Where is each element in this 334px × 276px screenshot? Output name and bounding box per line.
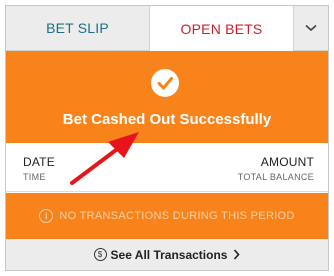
see-all-transactions-link[interactable]: $ See All Transactions bbox=[6, 239, 328, 270]
time-label: TIME bbox=[23, 172, 46, 182]
empty-transactions-notice: i NO TRANSACTIONS DURING THIS PERIOD bbox=[6, 193, 328, 239]
dollar-circle-icon: $ bbox=[93, 248, 107, 261]
tab-bar: BET SLIP OPEN BETS bbox=[6, 6, 328, 51]
chevron-right-icon bbox=[234, 249, 241, 260]
checkmark-circle-icon bbox=[151, 69, 179, 97]
amount-column-header: AMOUNT TOTAL BALANCE bbox=[238, 155, 314, 182]
total-balance-label: TOTAL BALANCE bbox=[237, 172, 314, 182]
tab-open-bets[interactable]: OPEN BETS bbox=[150, 6, 293, 51]
transactions-table-header: DATE TIME AMOUNT TOTAL BALANCE bbox=[6, 143, 328, 192]
success-message: Bet Cashed Out Successfully bbox=[62, 111, 272, 128]
tab-bet-slip-label: BET SLIP bbox=[46, 20, 109, 36]
more-dropdown-button[interactable] bbox=[293, 6, 328, 51]
tab-open-bets-label: OPEN BETS bbox=[180, 20, 263, 37]
cashout-success-banner: Bet Cashed Out Successfully bbox=[6, 51, 328, 143]
amount-label: AMOUNT bbox=[260, 155, 314, 169]
date-label: DATE bbox=[23, 155, 55, 169]
date-column-header: DATE TIME bbox=[23, 155, 55, 182]
info-icon: i bbox=[39, 209, 54, 223]
tab-bet-slip[interactable]: BET SLIP bbox=[6, 6, 150, 51]
open-bets-panel: BET SLIP OPEN BETS Bet Cashed Out Succes… bbox=[5, 5, 329, 271]
chevron-down-icon bbox=[305, 24, 317, 32]
see-all-transactions-label: See All Transactions bbox=[110, 247, 228, 262]
empty-transactions-text: NO TRANSACTIONS DURING THIS PERIOD bbox=[59, 210, 295, 222]
